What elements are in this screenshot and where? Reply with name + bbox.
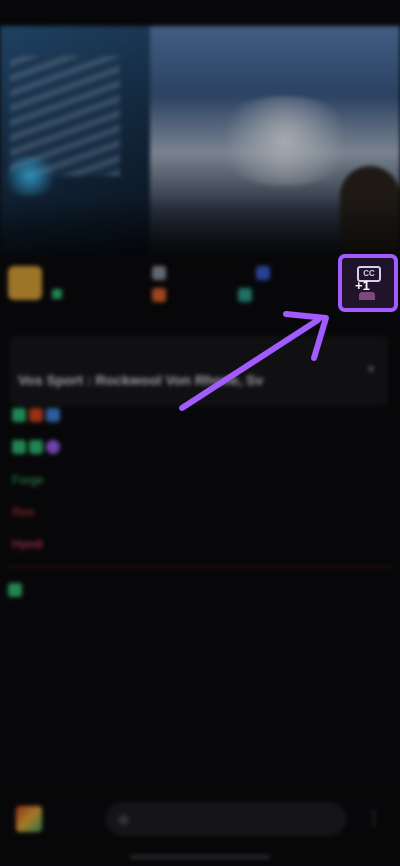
badge-icon xyxy=(46,408,60,422)
channel-stat-3 xyxy=(256,266,274,280)
gesture-nav-handle[interactable] xyxy=(130,855,270,859)
live-dot-icon xyxy=(52,289,62,300)
tag-icon xyxy=(238,288,252,302)
chat-message xyxy=(8,406,392,426)
badge-icon xyxy=(46,440,60,454)
chat-message: Forge xyxy=(8,470,392,490)
chat-username[interactable]: Forge xyxy=(12,473,43,487)
badge-icon xyxy=(29,408,43,422)
clock-icon[interactable]: ◷ xyxy=(118,812,336,826)
subtitle-count-label: +1 xyxy=(355,278,370,293)
badge-icon xyxy=(29,440,43,454)
closed-captions-icon: CC +1 xyxy=(353,266,383,300)
channel-sub xyxy=(52,288,68,300)
chat-message: Hyedi xyxy=(8,534,392,554)
video-player[interactable] xyxy=(0,26,400,256)
new-messages-divider xyxy=(8,566,392,567)
category-icon xyxy=(152,288,166,302)
user-avatar[interactable] xyxy=(16,806,42,832)
chat-username[interactable]: Hyedi xyxy=(12,537,43,551)
channel-avatar[interactable] xyxy=(8,266,42,300)
pinned-message[interactable]: Vos Sport : Rockwool Von Rhone, Sv ▾ xyxy=(10,336,388,406)
pinned-title: Vos Sport : Rockwool Von Rhone, Sv xyxy=(18,372,264,388)
tag-icon xyxy=(256,266,270,280)
chat-log: Forge Reo Hyedi xyxy=(8,406,392,613)
chat-message xyxy=(8,581,392,601)
blurred-background-app: Vos Sport : Rockwool Von Rhone, Sv ▾ For… xyxy=(0,0,400,866)
chat-message xyxy=(8,438,392,458)
sub-badge-icon xyxy=(8,583,22,597)
sub-badge-icon xyxy=(12,408,26,422)
chat-message: Reo xyxy=(8,502,392,522)
channel-stat-4 xyxy=(238,288,256,302)
chat-input[interactable]: ☺ ◷ xyxy=(106,802,346,836)
chat-username[interactable]: Reo xyxy=(12,505,34,519)
channel-stat-1 xyxy=(152,266,170,280)
channel-stat-2 xyxy=(152,288,170,302)
viewer-icon xyxy=(152,266,166,280)
chat-input-bar: ☺ ◷ ⋮ xyxy=(0,796,400,846)
chevron-down-icon[interactable]: ▾ xyxy=(368,362,374,376)
sub-badge-icon xyxy=(12,440,26,454)
subtitles-button-highlighted[interactable]: CC +1 xyxy=(338,254,398,312)
more-options-icon[interactable]: ⋮ xyxy=(366,808,382,828)
